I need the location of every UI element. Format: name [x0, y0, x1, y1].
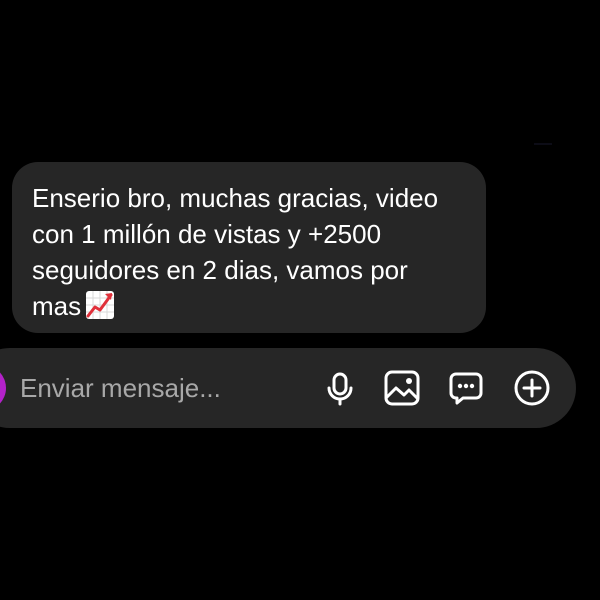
plus-icon[interactable]: [513, 369, 551, 407]
microphone-icon[interactable]: [321, 369, 359, 407]
message-line-1: Enserio bro, muchas gracias, video: [32, 183, 439, 213]
message-line-4-text: mas: [32, 291, 82, 321]
message-line-2: con 1 millón de vistas y +2500: [32, 219, 382, 249]
gallery-icon[interactable]: [383, 369, 421, 407]
sticker-icon[interactable]: [447, 369, 485, 407]
chat-screen: Enserio bro, muchas gracias, video con 1…: [0, 0, 600, 600]
message-line-4: mas: [32, 288, 466, 324]
message-input[interactable]: Enviar mensaje...: [20, 372, 221, 404]
background-speck: [534, 143, 552, 145]
message-bubble[interactable]: Enserio bro, muchas gracias, video con 1…: [12, 162, 486, 333]
chart-increasing-emoji-icon: [85, 290, 115, 320]
message-line-3: seguidores en 2 dias, vamos por: [32, 255, 408, 285]
